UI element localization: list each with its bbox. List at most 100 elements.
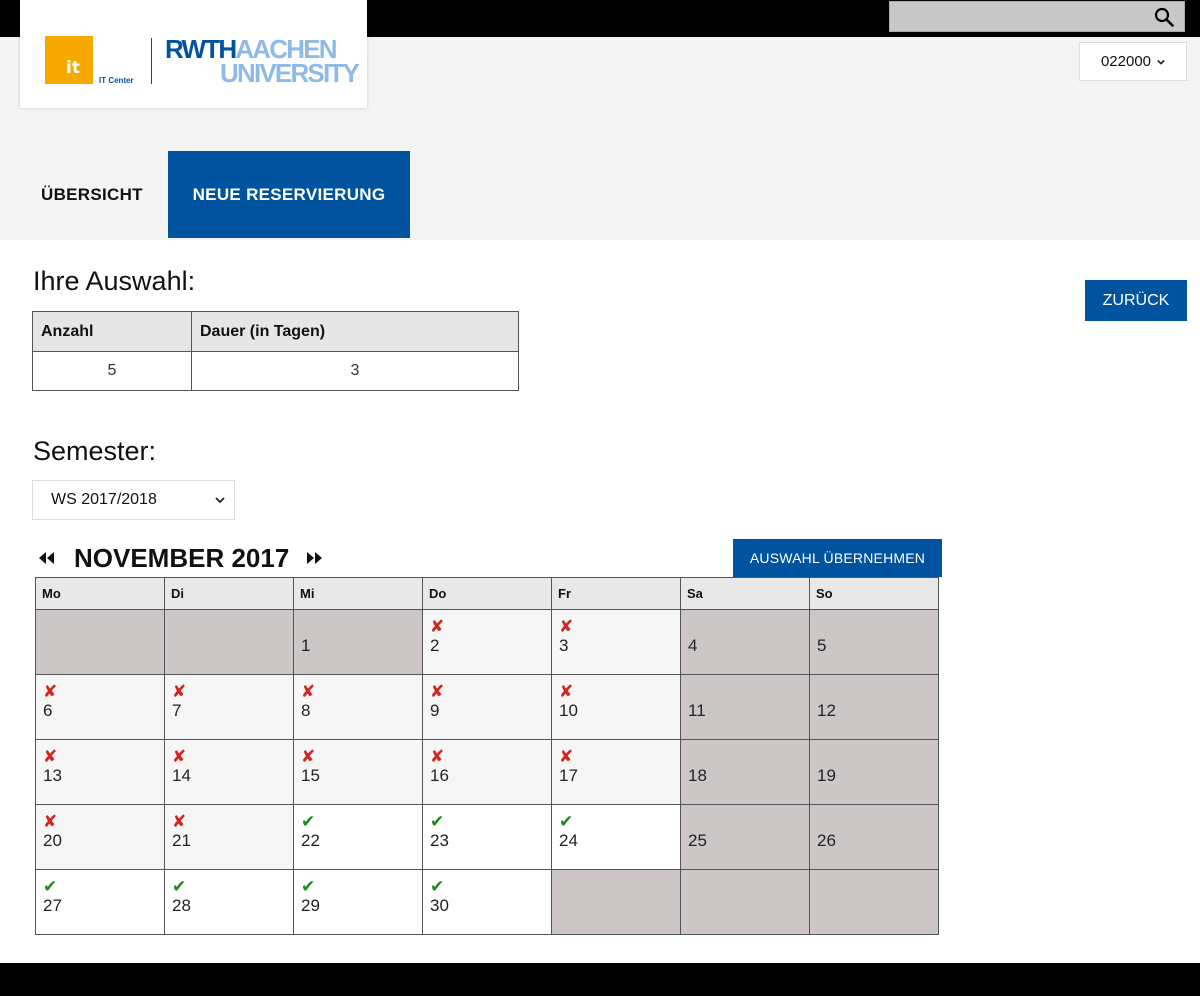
day-number: 13 xyxy=(43,766,62,785)
calendar-day-cell[interactable]: ✘ 20 xyxy=(35,804,165,870)
search-input[interactable] xyxy=(889,1,1185,32)
cross-icon: ✘ xyxy=(172,747,187,766)
calendar-day-cell[interactable]: ✘ 15 xyxy=(293,739,423,805)
cross-icon: ✘ xyxy=(430,682,445,701)
status-mark xyxy=(688,618,802,636)
user-id: 022000 xyxy=(1100,53,1152,70)
cross-icon: ✘ xyxy=(43,682,58,701)
day-number: 27 xyxy=(43,896,62,915)
column-header-duration: Dauer (in Tagen) xyxy=(191,311,519,352)
day-number: 15 xyxy=(301,766,320,785)
cross-icon: ✘ xyxy=(559,747,574,766)
day-number: 11 xyxy=(688,701,706,720)
weekday-header: Di xyxy=(164,577,294,610)
calendar-day-cell[interactable]: ✘ 14 xyxy=(164,739,294,805)
chevron-down-icon xyxy=(1157,59,1165,65)
day-number: 22 xyxy=(301,831,320,850)
double-chevron-right-icon[interactable] xyxy=(303,550,325,566)
status-mark xyxy=(688,813,802,831)
calendar-day-cell[interactable]: ✔ 29 xyxy=(293,869,423,935)
calendar-day-cell[interactable]: ✔ 22 xyxy=(293,804,423,870)
day-number: 28 xyxy=(172,896,191,915)
cross-icon: ✘ xyxy=(430,617,445,636)
weekday-header: Do xyxy=(422,577,552,610)
calendar-day-cell xyxy=(35,609,165,675)
logo[interactable]: it IT Center RWTHAACHEN UNIVERSITY xyxy=(20,0,367,108)
calendar-day-cell xyxy=(809,869,939,935)
status-mark xyxy=(688,683,802,701)
calendar-day-cell[interactable]: ✔ 27 xyxy=(35,869,165,935)
tab-new-reservation[interactable]: NEUE RESERVIERUNG xyxy=(168,151,410,238)
cross-icon: ✘ xyxy=(172,812,187,831)
user-dropdown[interactable]: 022000 xyxy=(1079,42,1187,81)
calendar-day-cell[interactable]: ✘ 6 xyxy=(35,674,165,740)
chevron-down-icon xyxy=(215,497,225,504)
calendar-day-cell[interactable]: ✔ 23 xyxy=(422,804,552,870)
calendar-day-cell[interactable]: ✘ 17 xyxy=(551,739,681,805)
day-number: 3 xyxy=(559,636,569,655)
check-icon: ✔ xyxy=(559,812,574,831)
semester-select[interactable]: WS 2017/2018 xyxy=(32,480,235,520)
cross-icon: ✘ xyxy=(430,747,445,766)
selection-title: Ihre Auswahl: xyxy=(33,266,196,296)
search-icon[interactable] xyxy=(1154,7,1174,27)
calendar-day-cell[interactable]: ✘ 21 xyxy=(164,804,294,870)
day-number: 18 xyxy=(688,766,707,785)
day-number: 2 xyxy=(430,636,440,655)
check-icon: ✔ xyxy=(301,877,316,896)
day-number: 29 xyxy=(301,896,320,915)
calendar-day-cell[interactable]: ✘ 8 xyxy=(293,674,423,740)
calendar-week-row: ✔ 27 ✔ 28 ✔ 29 ✔ 30 xyxy=(35,869,939,935)
semester-selected-value: WS 2017/2018 xyxy=(51,491,157,508)
day-number: 24 xyxy=(559,831,578,850)
day-number: 23 xyxy=(430,831,449,850)
bottom-bar xyxy=(0,963,1200,996)
calendar-day-cell[interactable]: ✔ 30 xyxy=(422,869,552,935)
status-mark xyxy=(817,748,931,766)
calendar-grid: Mo Di Mi Do Fr Sa So 1 ✘ 2 ✘ 3 4 5 ✘ 6 ✘ 7 ✘ 8 ✘ 9 ✘ 10 1… xyxy=(35,577,939,935)
day-number: 17 xyxy=(559,766,578,785)
weekday-header: Sa xyxy=(680,577,810,610)
cross-icon: ✘ xyxy=(43,812,58,831)
calendar-week-row: ✘ 6 ✘ 7 ✘ 8 ✘ 9 ✘ 10 11 12 xyxy=(35,674,939,740)
day-number: 21 xyxy=(172,831,191,850)
day-number: 30 xyxy=(430,896,449,915)
calendar-day-cell[interactable]: ✔ 28 xyxy=(164,869,294,935)
calendar-day-cell[interactable]: ✘ 7 xyxy=(164,674,294,740)
month-navigation: NOVEMBER 2017 xyxy=(36,540,325,576)
day-number: 16 xyxy=(430,766,449,785)
weekday-header: Mo xyxy=(35,577,165,610)
calendar-day-cell xyxy=(680,869,810,935)
cross-icon: ✘ xyxy=(43,747,58,766)
day-number: 5 xyxy=(817,636,827,655)
selection-table: Anzahl Dauer (in Tagen) 5 3 xyxy=(32,311,519,391)
calendar-day-cell: 26 xyxy=(809,804,939,870)
logo-divider xyxy=(151,38,152,84)
calendar-day-cell[interactable]: ✘ 10 xyxy=(551,674,681,740)
calendar-day-cell[interactable]: ✘ 3 xyxy=(551,609,681,675)
calendar-day-cell[interactable]: ✘ 9 xyxy=(422,674,552,740)
day-number: 25 xyxy=(688,831,707,850)
apply-selection-button[interactable]: AUSWAHL ÜBERNEHMEN xyxy=(733,539,942,577)
semester-title: Semester: xyxy=(33,436,157,466)
calendar-day-cell xyxy=(164,609,294,675)
calendar-day-cell: 25 xyxy=(680,804,810,870)
double-chevron-left-icon[interactable] xyxy=(36,550,58,566)
weekday-header: Mi xyxy=(293,577,423,610)
day-number: 8 xyxy=(301,701,311,720)
calendar-day-cell: 5 xyxy=(809,609,939,675)
calendar-week-row: 1 ✘ 2 ✘ 3 4 5 xyxy=(35,609,939,675)
calendar-day-cell[interactable]: ✘ 13 xyxy=(35,739,165,805)
weekday-header: So xyxy=(809,577,939,610)
calendar-day-cell[interactable]: ✘ 2 xyxy=(422,609,552,675)
day-number: 6 xyxy=(43,701,53,720)
rwth-logo-line2: UNIVERSITY xyxy=(220,58,360,88)
back-button[interactable]: ZURÜCK xyxy=(1085,280,1187,321)
month-title: NOVEMBER 2017 xyxy=(74,542,290,573)
it-center-logo-icon: it xyxy=(45,36,93,84)
check-icon: ✔ xyxy=(301,812,316,831)
tab-overview[interactable]: ÜBERSICHT xyxy=(20,151,168,238)
calendar-day-cell[interactable]: ✘ 16 xyxy=(422,739,552,805)
calendar-day-cell[interactable]: ✔ 24 xyxy=(551,804,681,870)
day-number: 26 xyxy=(817,831,836,850)
